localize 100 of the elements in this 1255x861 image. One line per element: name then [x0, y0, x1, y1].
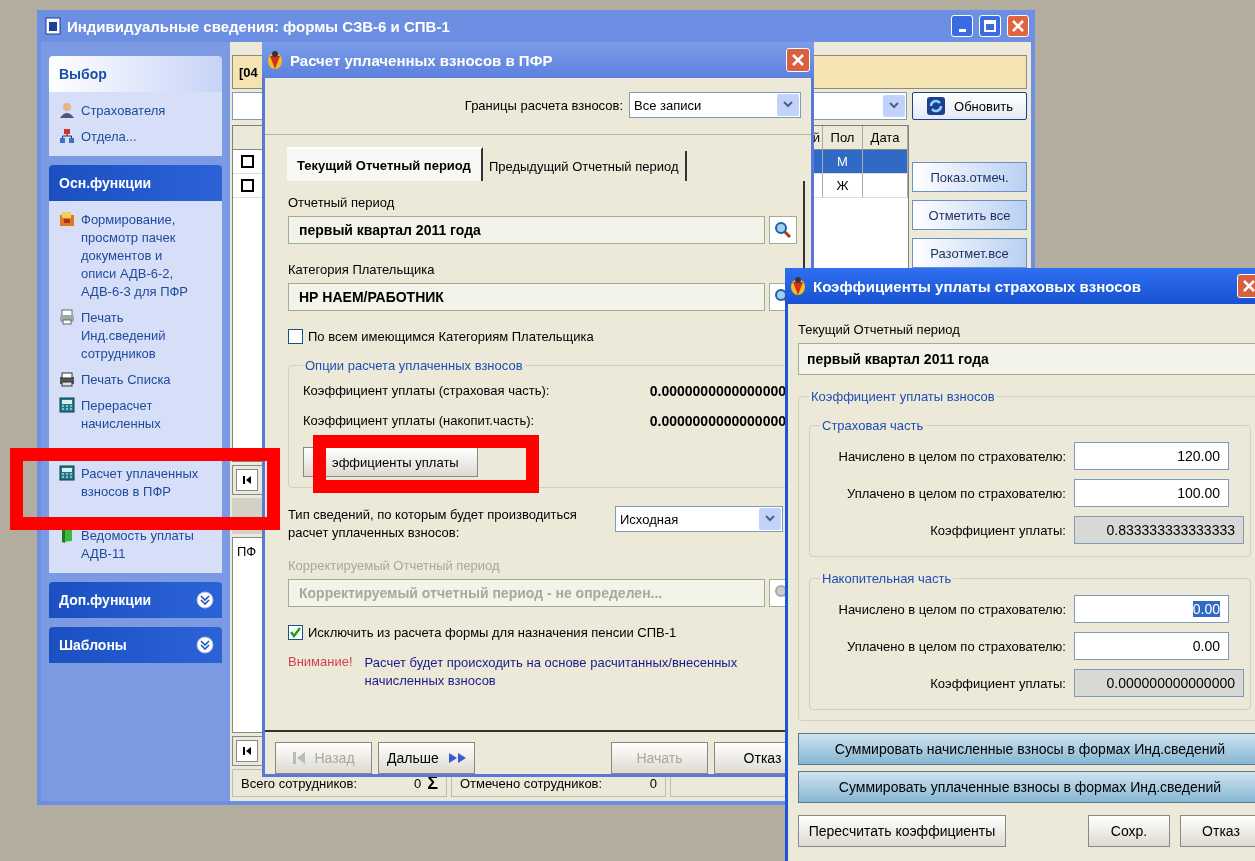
folder-icon	[59, 527, 75, 543]
warning-text: Расчет будет происходить на основе расчитанных/внесенных начисленных взносов	[364, 654, 738, 690]
recalculate-button[interactable]: Пересчитать коэффициенты	[798, 815, 1006, 847]
close-icon	[1012, 20, 1024, 32]
first-record-button[interactable]	[236, 469, 258, 491]
field-label: Категория Плательщика	[288, 262, 436, 277]
table-cell: М	[823, 150, 863, 174]
input-field[interactable]: 0.00	[1074, 595, 1229, 623]
period-field[interactable]: первый квартал 2011 года	[798, 343, 1255, 375]
group-legend: Опции расчета уплаченных взносов	[303, 358, 525, 373]
status-value: 0	[413, 775, 422, 791]
calculator-icon	[59, 397, 75, 413]
printer-icon	[59, 309, 75, 325]
save-button[interactable]: Сохр.	[1088, 815, 1170, 847]
minimize-icon	[958, 28, 966, 32]
close-button[interactable]	[1007, 15, 1029, 37]
type-select[interactable]: Исходная	[615, 506, 783, 532]
calculator-icon	[59, 465, 75, 481]
section-header[interactable]: Выбор	[49, 56, 222, 92]
field-label: Текущий Отчетный период	[798, 322, 961, 337]
bounds-select[interactable]: Все записи	[629, 92, 801, 118]
row-checkbox[interactable]	[241, 155, 254, 168]
cancel-button[interactable]: Отказ	[1180, 815, 1255, 847]
field-label: Начислено в целом по страхователю:	[837, 601, 1066, 617]
close-button[interactable]	[1237, 274, 1255, 298]
dialog-title: Коэффициенты уплаты страховых взносов	[813, 277, 1142, 295]
first-icon	[242, 746, 252, 756]
group-legend: Накопительная часть	[820, 571, 954, 586]
section-header[interactable]: Шаблоны	[49, 627, 222, 663]
column-header[interactable]: Пол	[823, 126, 863, 150]
input-field[interactable]: 100.00	[1074, 479, 1229, 507]
first-record-button[interactable]	[236, 740, 258, 762]
refresh-button[interactable]: Обновить	[912, 92, 1027, 120]
app-icon	[45, 17, 61, 35]
double-arrow-icon	[446, 751, 466, 765]
checkbox-label: По всем имеющимся Категориям Плательщика	[308, 329, 594, 344]
app-icon	[266, 50, 284, 70]
sidebar-item[interactable]: Перерасчет начисленных	[81, 397, 161, 433]
sidebar-item[interactable]: Страхователя	[81, 102, 166, 120]
first-icon	[292, 751, 307, 765]
readonly-field[interactable]: 0.000000000000000	[1074, 669, 1244, 697]
group-legend: Коэффициент уплаты взносов	[809, 389, 997, 404]
org-chart-icon	[59, 128, 75, 144]
maximize-icon	[984, 20, 996, 32]
group-legend: Страховая часть	[820, 418, 926, 433]
input-field[interactable]: 0.00	[1074, 632, 1229, 660]
field-label: Тип сведений, по которым будет производиться расчет уплаченных взносов:	[288, 506, 577, 542]
refresh-icon	[926, 96, 947, 116]
sidebar-item[interactable]: Печать Инд.сведений сотрудников	[81, 309, 166, 363]
checkbox[interactable]	[288, 625, 303, 640]
table-cell	[863, 150, 908, 174]
side-button[interactable]: Показ.отмеч.	[912, 162, 1027, 192]
section-header[interactable]: Осн.функции	[49, 165, 222, 201]
status-value: 0	[649, 775, 657, 791]
coefficient-label: Коэффициент уплаты (страховая часть):	[303, 383, 550, 399]
coefficient-value: 0.0000000000000000	[649, 413, 786, 429]
printer-icon	[59, 371, 75, 387]
row-checkbox[interactable]	[241, 179, 254, 192]
tab[interactable]: Текущий Отчетный период	[287, 147, 483, 181]
field-label: Начислено в целом по страхователю:	[837, 448, 1066, 464]
lookup-button[interactable]	[769, 216, 797, 244]
readonly-field[interactable]: 0.833333333333333	[1074, 516, 1244, 544]
dialog-title: Расчет уплаченных взносов в ПФР	[290, 51, 554, 69]
section-header[interactable]: Доп.функции	[49, 582, 222, 618]
input-field[interactable]: 120.00	[1074, 442, 1229, 470]
app-icon	[789, 276, 807, 296]
sidebar-item[interactable]: Ведомость уплаты АДВ-11	[81, 527, 194, 563]
side-button[interactable]: Отметить все	[912, 200, 1027, 230]
wizard-button[interactable]: Дальше	[378, 742, 475, 774]
sidebar-item[interactable]: Отдела...	[81, 128, 137, 146]
status-label: Всего сотрудников:	[241, 775, 357, 791]
sum-button[interactable]: Суммировать начисленные взносы в формах Инд.сведений	[798, 733, 1255, 765]
field-label: Коэффициент уплаты:	[929, 522, 1066, 538]
first-icon	[242, 475, 252, 485]
checkbox-label: Исключить из расчета формы для назначения пенсии СПВ-1	[308, 625, 677, 640]
sidebar-item[interactable]: Печать Списка	[81, 371, 171, 389]
close-button[interactable]	[786, 48, 810, 72]
maximize-button[interactable]	[979, 15, 1001, 37]
chevron-down-icon	[196, 591, 214, 609]
checkbox[interactable]	[288, 329, 303, 344]
field-label: Границы расчета взносов:	[464, 97, 623, 113]
coefficient-value: 0.0000000000000000	[649, 383, 786, 399]
column-header[interactable]: Дата	[863, 126, 908, 150]
table-cell	[863, 174, 908, 198]
chevron-down-icon	[196, 636, 214, 654]
sidebar-item[interactable]: Формирование, просмотр пачек документов и описи АДВ-6-2, АДВ-6-3 для ПФР	[81, 211, 189, 301]
panel-label: ПФ	[237, 544, 257, 559]
sidebar-item[interactable]: Расчет уплаченных взносов в ПФР	[81, 465, 199, 501]
period-field[interactable]: первый квартал 2011 года	[288, 216, 765, 244]
category-field[interactable]: НР НАЕМ/РАБОТНИК	[288, 283, 765, 311]
close-icon	[1243, 280, 1255, 292]
side-button[interactable]: Разотмет.все	[912, 238, 1027, 268]
info-text: [04	[239, 64, 258, 80]
field-label: Корректируемый Отчетный период	[288, 558, 501, 573]
field-label: Уплачено в целом по страхователю:	[845, 638, 1066, 654]
coefficient-label: Коэффициент уплаты (накопит.часть):	[303, 413, 535, 429]
sum-button[interactable]: Суммировать уплаченные взносы в формах Инд.сведений	[798, 771, 1255, 803]
box-icon	[59, 211, 75, 227]
column-header[interactable]	[233, 126, 263, 150]
minimize-button[interactable]	[951, 15, 973, 37]
